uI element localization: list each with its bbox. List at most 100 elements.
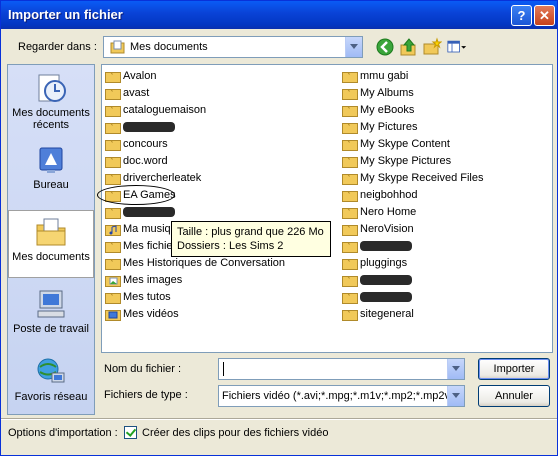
file-list-item[interactable] [342,289,412,305]
file-list-item[interactable]: Avalon [105,68,156,84]
import-button[interactable]: Importer [478,358,550,380]
place-my-computer[interactable]: Poste de travail [8,287,94,335]
chevron-down-icon[interactable] [447,386,464,406]
file-name: My Albums [360,87,414,99]
folder-icon [342,174,358,185]
redacted-name [123,122,175,132]
folder-icon [105,242,121,253]
file-list-item[interactable]: My Skype Received Files [342,170,484,186]
help-button[interactable]: ? [511,5,532,26]
place-network[interactable]: Favoris réseau [8,355,94,403]
file-list-item[interactable] [342,272,412,288]
create-clips-label[interactable]: Créer des clips pour des fichiers vidéo [142,427,328,439]
folder-icon [105,293,121,304]
file-list-item[interactable]: Nero Home [342,204,416,220]
file-name: My Skype Content [360,138,450,150]
place-label: Mes documents [12,251,90,263]
file-name: concours [123,138,168,150]
file-type-dropdown[interactable]: Fichiers vidéo (*.avi;*.mpg;*.m1v;*.mp2;… [218,385,465,407]
file-list-item[interactable]: mmu gabi [342,68,408,84]
file-list-item[interactable]: Mes Historiques de Conversation [105,255,285,271]
look-in-label: Regarder dans : [18,41,97,53]
file-list-item[interactable]: My Skype Pictures [342,153,451,169]
folder-icon [105,157,121,168]
look-in-dropdown[interactable]: Mes documents [103,36,363,58]
place-recent-documents[interactable]: Mes documents récents [8,71,94,131]
file-list-item[interactable]: avast [105,85,149,101]
tooltip-folders: Dossiers : Les Sims 2 [177,240,284,252]
file-list-item[interactable]: My Skype Content [342,136,450,152]
place-label: Bureau [33,179,69,191]
place-desktop[interactable]: Bureau [8,143,94,191]
file-list-item[interactable]: My Albums [342,85,414,101]
folder-icon [342,106,358,117]
file-name: My eBooks [360,104,415,116]
file-name: avast [123,87,150,99]
file-list-item[interactable]: pluggings [342,255,407,271]
file-name: Mes tutos [123,291,171,303]
redacted-name [360,292,412,302]
separator [1,418,557,420]
chevron-down-icon[interactable] [345,37,362,57]
highlight-annotation [97,185,175,205]
file-list-item[interactable] [342,238,412,254]
file-name: My Skype Received Files [360,172,484,184]
file-list[interactable]: Avalon avast cataloguemaison concours doc.wo… [101,64,553,353]
file-list-item[interactable]: My Pictures [342,119,417,135]
create-clips-checkbox[interactable] [124,426,137,439]
place-label: Favoris réseau [14,391,88,403]
pictures-folder-icon [105,276,121,287]
file-type-label: Fichiers de type : [104,389,188,401]
folder-icon [105,174,121,185]
tooltip-size: Taille : plus grand que 226 Mo [177,226,324,238]
network-places-icon [37,358,65,383]
folder-icon [105,72,121,83]
up-folder-icon[interactable] [399,37,419,57]
folder-icon [342,140,358,151]
file-name: Nero Home [360,206,417,218]
window-title: Importer un fichier [8,7,123,22]
file-list-item[interactable]: Mes images [105,272,182,288]
file-list-item[interactable]: Mes tutos [105,289,171,305]
file-name-input[interactable] [218,358,465,380]
folder-icon [342,310,358,321]
folder-icon [105,259,121,270]
close-button[interactable]: ✕ [534,5,555,26]
file-name: mmu gabi [360,70,409,82]
new-folder-icon[interactable] [422,37,442,57]
title-bar[interactable]: Importer un fichier ? ✕ [1,1,557,29]
file-list-item[interactable]: doc.word [105,153,168,169]
redacted-name [360,241,412,251]
file-name: neigbohhod [360,189,418,201]
folder-icon [342,259,358,270]
folder-icon [342,276,358,287]
place-my-documents[interactable]: Mes documents [8,210,94,278]
text-caret [223,362,224,376]
my-documents-icon [36,218,66,246]
file-list-item[interactable]: concours [105,136,168,152]
folder-icon [342,208,358,219]
file-name: Mes images [123,274,183,286]
folder-icon [105,106,121,117]
places-bar: Mes documents récents Bureau Mes documen… [7,64,95,415]
file-list-item[interactable]: sitegeneral [342,306,414,322]
back-icon[interactable] [375,37,395,57]
file-list-item[interactable]: Mes vidéos [105,306,179,322]
file-list-item[interactable]: cataloguemaison [105,102,206,118]
file-list-item[interactable] [105,204,175,220]
cancel-button[interactable]: Annuler [478,385,550,407]
file-list-item[interactable] [105,119,175,135]
folder-icon [105,140,121,151]
file-name: cataloguemaison [123,104,207,116]
folder-icon [105,123,121,134]
chevron-down-icon[interactable] [447,359,464,379]
file-list-item[interactable]: drivercherleatek [105,170,201,186]
file-list-item[interactable]: NeroVision [342,221,414,237]
folder-tooltip: Taille : plus grand que 226 Mo Dossiers … [171,221,331,257]
views-menu-icon[interactable] [447,37,467,57]
folder-icon [342,242,358,253]
file-list-item[interactable]: My eBooks [342,102,414,118]
file-name: doc.word [123,155,168,167]
file-list-item[interactable]: neigbohhod [342,187,418,203]
file-name: My Skype Pictures [360,155,452,167]
